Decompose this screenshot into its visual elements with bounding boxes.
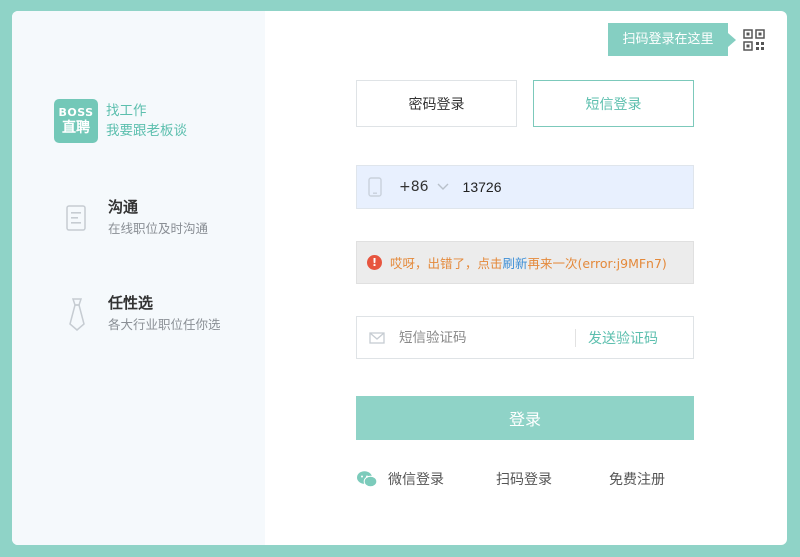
phone-field: +86 — [356, 165, 694, 209]
feature-title: 沟通 — [108, 198, 139, 216]
tab-sms-login[interactable]: 短信登录 — [533, 80, 694, 127]
feature-brand: BOSS 直聘 找工作 我要跟老板谈 — [54, 99, 187, 143]
error-suffix: 再来一次(error:j9MFn7) — [527, 256, 667, 271]
scan-login-link[interactable]: 扫码登录 — [496, 469, 552, 489]
send-code-button[interactable]: 发送验证码 — [588, 328, 658, 348]
phone-input[interactable] — [462, 179, 663, 195]
feature-communicate: 沟通 在线职位及时沟通 — [54, 195, 208, 241]
tab-password-login[interactable]: 密码登录 — [356, 80, 517, 127]
watermark-logo: 脉 — [628, 519, 650, 541]
mail-icon — [369, 331, 385, 344]
document-icon — [54, 195, 100, 241]
feature-subtitle: 在线职位及时沟通 — [108, 221, 209, 236]
feature-title: 任性选 — [108, 294, 154, 312]
feature-choose: 任性选 各大行业职位任你选 — [54, 291, 221, 337]
qr-login-tip: 扫码登录在这里 — [608, 23, 736, 56]
login-button[interactable]: 登录 — [356, 396, 694, 440]
logo-top-text: BOSS — [58, 106, 94, 119]
error-banner: ! 哎呀，出错了，点击刷新再来一次(error:j9MFn7) — [356, 241, 694, 284]
divider — [575, 328, 576, 347]
chevron-down-icon[interactable] — [437, 183, 449, 191]
watermark-text: maimai.cn — [654, 520, 753, 540]
login-card: BOSS 直聘 找工作 我要跟老板谈 沟通 在线职位及时沟通 任性选 各大行业职… — [12, 11, 787, 545]
phone-icon — [368, 177, 382, 197]
wechat-login-label: 微信登录 — [388, 472, 444, 488]
watermark: 脉 maimai.cn — [628, 519, 753, 541]
sms-code-input[interactable] — [399, 330, 569, 345]
brand-title: 找工作 — [106, 103, 147, 119]
necktie-icon — [54, 291, 100, 337]
refresh-link[interactable]: 刷新 — [503, 256, 528, 271]
error-message: 哎呀，出错了，点击刷新再来一次(error:j9MFn7) — [390, 253, 667, 272]
qrcode-icon[interactable] — [743, 29, 765, 51]
feature-subtitle: 各大行业职位任你选 — [108, 317, 221, 332]
error-prefix: 哎呀，出错了，点击 — [390, 256, 503, 271]
sms-code-field: 发送验证码 — [356, 316, 694, 359]
wechat-icon — [357, 471, 378, 488]
brand-subtitle: 我要跟老板谈 — [106, 123, 187, 139]
boss-logo: BOSS 直聘 — [54, 99, 98, 143]
feature-sidebar: BOSS 直聘 找工作 我要跟老板谈 沟通 在线职位及时沟通 任性选 各大行业职… — [12, 11, 265, 545]
logo-bottom-text: 直聘 — [62, 120, 90, 136]
country-code-select[interactable]: +86 — [399, 179, 429, 195]
register-link[interactable]: 免费注册 — [609, 469, 665, 489]
wechat-login-link[interactable]: 微信登录 — [356, 469, 444, 489]
error-icon: ! — [367, 255, 382, 270]
